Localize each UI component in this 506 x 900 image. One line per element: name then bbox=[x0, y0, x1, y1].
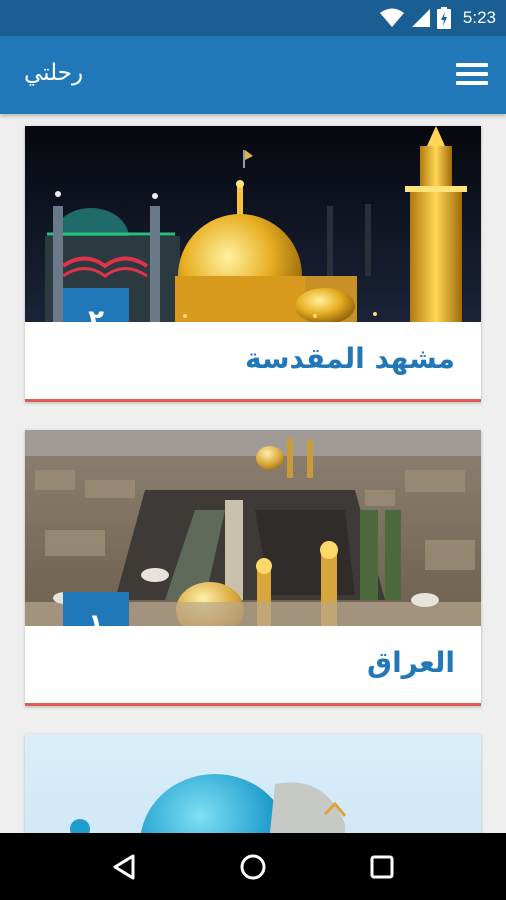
destination-card-mashhad[interactable]: ٢ مشهد المقدسة bbox=[25, 126, 481, 402]
signal-icon bbox=[411, 9, 430, 27]
navigation-bar bbox=[0, 833, 506, 900]
status-bar: 5:23 bbox=[0, 0, 506, 36]
destination-list: ٢ مشهد المقدسة ١ العراق bbox=[0, 114, 506, 834]
battery-charging-icon bbox=[436, 7, 451, 29]
app-title: رحلتي bbox=[24, 60, 84, 86]
status-icons: 5:23 bbox=[379, 0, 496, 36]
card-image-iraq: ١ bbox=[25, 430, 481, 626]
destination-card-iraq[interactable]: ١ العراق bbox=[25, 430, 481, 706]
card-badge: ١ bbox=[63, 592, 129, 626]
card-image-mashhad: ٢ bbox=[25, 126, 481, 322]
wifi-icon bbox=[379, 8, 404, 27]
home-icon[interactable] bbox=[233, 847, 273, 887]
card-image-blue-dome bbox=[25, 734, 481, 834]
card-title: العراق bbox=[367, 646, 455, 679]
app-bar: رحلتي bbox=[0, 36, 506, 114]
card-title: مشهد المقدسة bbox=[245, 342, 455, 375]
destination-card-3[interactable] bbox=[25, 734, 481, 834]
status-time: 5:23 bbox=[462, 8, 496, 27]
card-badge: ٢ bbox=[63, 288, 129, 322]
recents-icon[interactable] bbox=[362, 847, 402, 887]
hamburger-menu-icon[interactable] bbox=[456, 60, 488, 88]
back-icon[interactable] bbox=[104, 847, 144, 887]
